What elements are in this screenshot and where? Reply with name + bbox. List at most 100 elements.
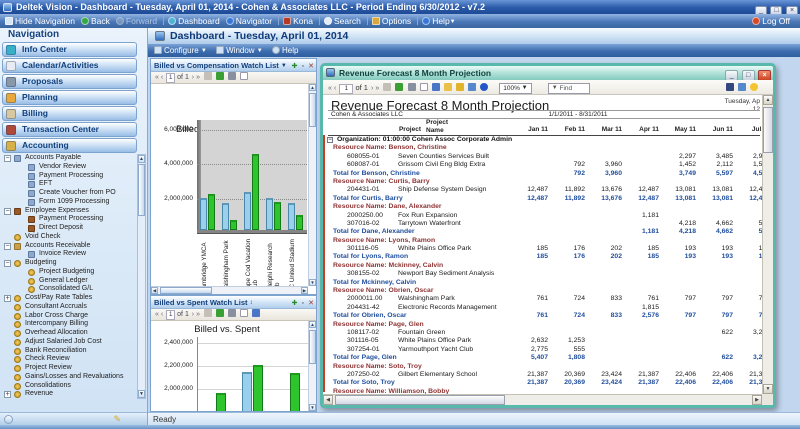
tree-item-create-voucher-from-po[interactable]: Create Voucher from PO <box>2 189 136 198</box>
stop-icon[interactable] <box>204 309 212 317</box>
edit-pencil-icon[interactable]: ✎ <box>113 414 121 425</box>
prev-page-icon[interactable]: ‹ <box>161 74 163 81</box>
tree-item-payment-processing[interactable]: Payment Processing <box>2 172 136 181</box>
toolbar-item-kona[interactable]: Kona <box>283 14 313 28</box>
tree-item-project-review[interactable]: Project Review <box>2 364 136 373</box>
sidebar-item-calendar-activities[interactable]: Calendar/Activities <box>2 58 137 73</box>
tree-item-cost-pay-rate-tables[interactable]: +Cost/Pay Rate Tables <box>2 294 136 303</box>
first-page-icon[interactable]: « <box>328 85 332 92</box>
next-page-icon[interactable]: › <box>192 74 194 81</box>
scroll-thumb[interactable] <box>763 107 773 153</box>
scroll-up-icon[interactable]: ▲ <box>763 95 773 105</box>
report-horizontal-scrollbar[interactable]: ◀ ▶ <box>323 394 762 405</box>
collapse-icon[interactable]: − <box>4 155 11 162</box>
tree-item-consultant-accruals[interactable]: Consultant Accruals <box>2 303 136 312</box>
panel-header[interactable]: Billed vs Spent Watch List ↕ ✚ ▫ ✕ <box>151 296 316 309</box>
find-input[interactable]: ▼ Find <box>548 83 590 94</box>
collapse-icon[interactable]: − <box>4 260 11 267</box>
last-page-icon[interactable]: » <box>375 85 379 92</box>
tree-item-direct-deposit[interactable]: Direct Deposit <box>2 224 136 233</box>
close-icon[interactable]: ✕ <box>308 297 314 310</box>
scroll-up-icon[interactable]: ▲ <box>138 155 145 163</box>
info-icon[interactable] <box>480 83 488 91</box>
first-page-icon[interactable]: « <box>155 311 159 318</box>
tree-item-eft[interactable]: EFT <box>2 180 136 189</box>
collapse-icon[interactable]: − <box>4 208 11 215</box>
tree-item-check-review[interactable]: Check Review <box>2 355 136 364</box>
sidebar-item-proposals[interactable]: Proposals <box>2 74 137 89</box>
tree-item-overhead-allocation[interactable]: Overhead Allocation <box>2 329 136 338</box>
configure-menu[interactable]: Configure ▼ <box>154 44 207 58</box>
log-off-button[interactable]: Log Off <box>752 14 790 28</box>
help-menu[interactable]: Help <box>272 44 298 57</box>
tree-item-intercompany-billing[interactable]: Intercompany Billing <box>2 320 136 329</box>
next-page-icon[interactable]: › <box>371 85 373 92</box>
sidebar-item-info-center[interactable]: Info Center <box>2 42 137 57</box>
scroll-down-icon[interactable]: ▼ <box>763 384 773 394</box>
search-icon[interactable] <box>738 83 746 91</box>
chevron-down-icon[interactable]: ▼ <box>281 63 287 69</box>
toolbar-item-forward[interactable]: Forward <box>116 14 157 28</box>
scroll-right-icon[interactable]: ▶ <box>752 395 762 405</box>
scroll-down-icon[interactable]: ▼ <box>138 390 145 398</box>
chart-horizontal-scrollbar[interactable]: ◀ ▶ <box>151 286 308 294</box>
scroll-up-icon[interactable]: ▲ <box>309 84 316 91</box>
page-setup-icon[interactable] <box>240 72 248 80</box>
panel-header[interactable]: Billed vs Compensation Watch List ▼ ✚ ▫ … <box>151 59 316 72</box>
page-setup-icon[interactable] <box>240 309 248 317</box>
scroll-thumb[interactable] <box>309 330 316 364</box>
expand-icon[interactable]: + <box>4 391 11 398</box>
sidebar-item-billing[interactable]: Billing <box>2 106 137 121</box>
scroll-down-icon[interactable]: ▼ <box>309 279 316 286</box>
tree-item-employee-expenses[interactable]: −Employee Expenses <box>2 207 136 216</box>
export-icon[interactable] <box>432 83 440 91</box>
chart-vertical-scrollbar[interactable]: ▲ ▼ <box>308 84 316 286</box>
toolbar-item-navigator[interactable]: Navigator <box>226 14 272 28</box>
stop-icon[interactable] <box>204 72 212 80</box>
sort-icon[interactable]: ↕ <box>250 300 253 306</box>
refresh-icon[interactable] <box>395 83 403 91</box>
tree-item-bank-reconciliation[interactable]: Bank Reconciliation <box>2 347 136 356</box>
sidebar-item-accounting[interactable]: Accounting <box>2 138 137 153</box>
toolbar-item-hide-navigation[interactable]: Hide Navigation <box>5 14 75 28</box>
restore-icon[interactable]: ▫ <box>302 297 304 310</box>
tree-item-budgeting[interactable]: −Budgeting <box>2 259 136 268</box>
refresh-icon[interactable] <box>216 309 224 317</box>
stop-icon[interactable] <box>383 83 391 91</box>
scroll-thumb[interactable] <box>160 287 212 294</box>
tree-item-revenue[interactable]: +Revenue <box>2 390 136 399</box>
first-page-icon[interactable]: « <box>155 74 159 81</box>
page-setup-icon[interactable] <box>420 83 428 91</box>
zoom-level-select[interactable]: 100% ▼ <box>499 83 531 94</box>
scroll-thumb[interactable] <box>138 164 145 216</box>
tree-item-consolidated-g-l[interactable]: Consolidated G/L <box>2 285 136 294</box>
prev-page-icon[interactable]: ‹ <box>334 85 336 92</box>
toolbar-item-search[interactable]: Search <box>324 14 361 28</box>
restore-icon[interactable]: ▫ <box>302 60 304 73</box>
magnifier-icon[interactable] <box>468 83 476 91</box>
toolbar-item-back[interactable]: Back <box>81 14 110 28</box>
home-icon[interactable] <box>444 83 452 91</box>
pin-icon[interactable]: ✚ <box>292 297 298 310</box>
chart-vertical-scrollbar[interactable]: ▲ ▼ <box>308 321 316 411</box>
toolbar-item-options[interactable]: Options <box>372 14 411 28</box>
sidebar-scrollbar[interactable]: ▲ ▼ <box>137 154 146 399</box>
pin-icon[interactable]: ✚ <box>292 60 298 73</box>
tree-item-vendor-review[interactable]: Vendor Review <box>2 163 136 172</box>
tree-item-project-budgeting[interactable]: Project Budgeting <box>2 268 136 277</box>
tree-item-adjust-salaried-job-cost[interactable]: Adjust Salaried Job Cost <box>2 338 136 347</box>
page-number-input[interactable]: 1 <box>166 73 175 83</box>
scroll-left-icon[interactable]: ◀ <box>151 287 158 294</box>
toolbar-item-dashboard[interactable]: Dashboard <box>168 14 220 28</box>
scroll-thumb[interactable] <box>309 93 316 127</box>
lock-icon[interactable] <box>456 83 464 91</box>
page-number-input[interactable]: 1 <box>166 310 175 320</box>
sidebar-item-transaction-center[interactable]: Transaction Center <box>2 122 137 137</box>
tree-item-gains-losses-and-revaluations[interactable]: Gains/Losses and Revaluations <box>2 373 136 382</box>
sidebar-item-planning[interactable]: Planning <box>2 90 137 105</box>
scroll-up-icon[interactable]: ▲ <box>309 321 316 328</box>
report-window-titlebar[interactable]: Revenue Forecast 8 Month Projection _ □ … <box>323 66 773 80</box>
collapse-icon[interactable]: − <box>327 137 333 143</box>
last-page-icon[interactable]: » <box>196 74 200 81</box>
tree-item-payment-processing[interactable]: Payment Processing <box>2 215 136 224</box>
